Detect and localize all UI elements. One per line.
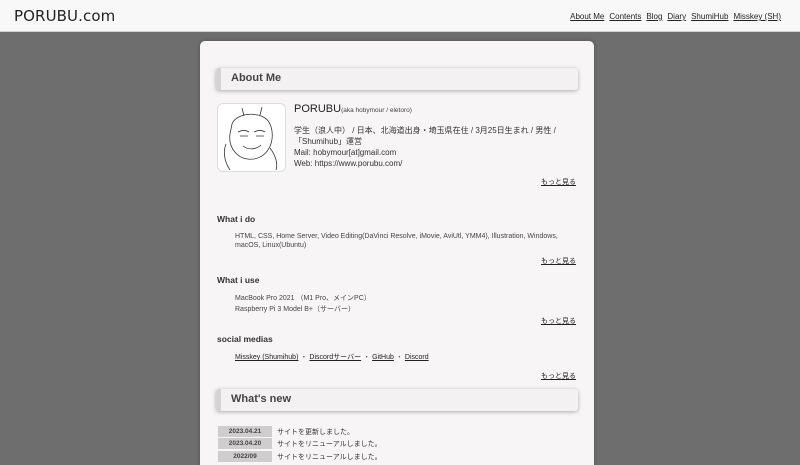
- what-i-do-heading: What i do: [217, 214, 256, 224]
- profile-bio: 学生（浪人中） / 日本、北海道出身・埼玉県在住 / 3月25日生まれ / 男性…: [294, 125, 584, 169]
- nav-contents[interactable]: Contents: [609, 12, 641, 21]
- what-i-use-heading: What i use: [217, 275, 260, 285]
- site-title[interactable]: PORUBU.com: [14, 7, 115, 25]
- social-links: Misskey (Shumihub) ・ Discordサーバー・ GitHub ・ Di…: [235, 352, 429, 362]
- bio-mail: Mail: hobymour[at]gmail.com: [294, 148, 397, 157]
- what-i-use-more-link[interactable]: もっと見る: [541, 316, 576, 326]
- profile-name-text: PORUBU: [294, 103, 342, 115]
- nav-about-me[interactable]: About Me: [570, 12, 604, 21]
- what-i-do-more-link[interactable]: もっと見る: [541, 256, 576, 266]
- nav-shumihub[interactable]: ShumiHub: [691, 12, 728, 21]
- social-separator: ・: [300, 354, 308, 361]
- about-me-header: About Me: [216, 68, 578, 90]
- news-text: サイトをリニューアルしました。: [277, 441, 382, 448]
- avatar: [217, 103, 286, 172]
- whats-new-header: What's new: [216, 389, 578, 411]
- profile-name: PORUBU(aka hobymour / eletoro): [294, 103, 412, 115]
- avatar-sketch-icon: [223, 106, 278, 171]
- social-link-misskey[interactable]: Misskey (Shumihub): [235, 354, 298, 361]
- social-link-github[interactable]: GitHub: [372, 354, 394, 361]
- main-nav: About Me Contents Blog Diary ShumiHub Mi…: [570, 12, 781, 21]
- what-i-do-text: HTML, CSS, Home Server, Video Editing(Da…: [235, 233, 558, 249]
- bio-line: 学生（浪人中） / 日本、北海道出身・埼玉県在住 / 3月25日生まれ / 男性…: [294, 126, 556, 146]
- about-me-title: About Me: [231, 72, 282, 84]
- social-link-discord[interactable]: Discord: [405, 354, 429, 361]
- top-bar: PORUBU.com About Me Contents Blog Diary …: [0, 0, 800, 32]
- nav-diary[interactable]: Diary: [667, 12, 686, 21]
- social-more-link[interactable]: もっと見る: [541, 371, 576, 381]
- nav-misskey[interactable]: Misskey (SH): [733, 12, 781, 21]
- news-text: サイトをリニューアルしました。: [277, 454, 382, 461]
- about-more-link[interactable]: もっと見る: [541, 177, 576, 187]
- social-separator: ・: [395, 354, 403, 361]
- news-date: 2022/09: [218, 451, 272, 462]
- what-i-use-line2: Raspberry Pi 3 Model B+（サーバー）: [235, 306, 355, 313]
- social-medias-heading: social medias: [217, 334, 273, 344]
- nav-blog[interactable]: Blog: [646, 12, 662, 21]
- content-card: About Me PORUBU(aka hobymour / eletoro) …: [200, 41, 594, 465]
- profile-aka: (aka hobymour / eletoro): [341, 107, 412, 114]
- social-link-discord-server[interactable]: Discordサーバー: [309, 354, 361, 361]
- what-i-use-line1: MacBook Pro 2021 （M1 Pro、メインPC）: [235, 295, 371, 302]
- news-text: サイトを更新しました。: [277, 429, 354, 436]
- whats-new-title: What's new: [231, 393, 292, 405]
- social-separator: ・: [363, 354, 371, 361]
- news-date: 2023.04.20: [218, 438, 272, 449]
- news-date: 2023.04.21: [218, 426, 272, 437]
- bio-web: Web: https://www.porubu.com/: [294, 159, 403, 168]
